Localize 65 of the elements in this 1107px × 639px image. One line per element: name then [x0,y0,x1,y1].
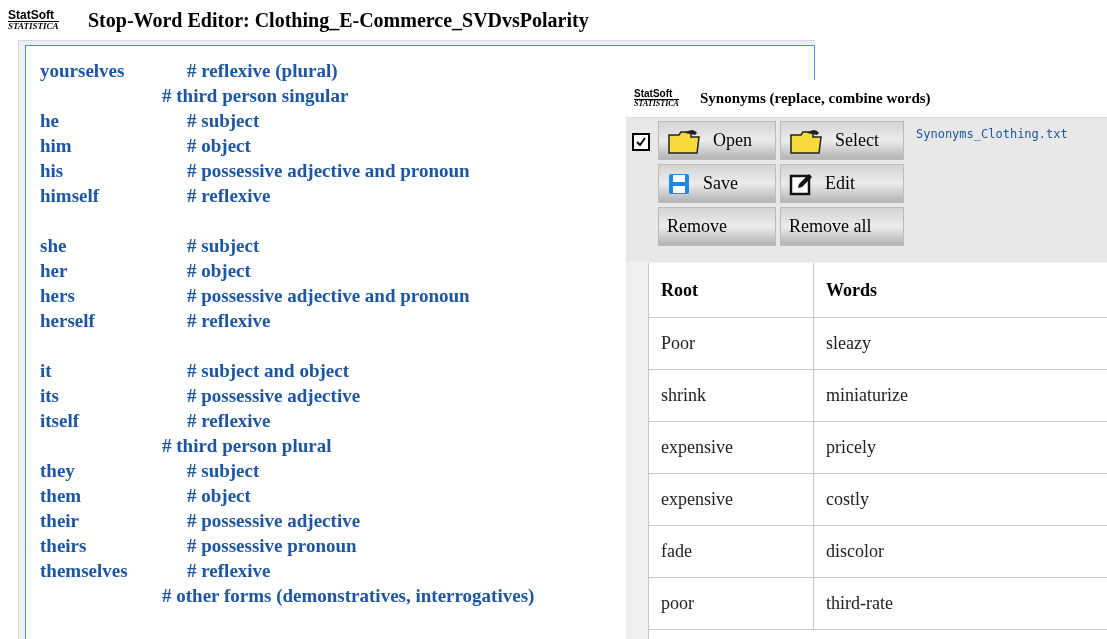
comment-text: # possessive pronoun [187,534,357,559]
stop-word: theirs [40,534,88,559]
toolbar-button[interactable]: Remove all [780,207,904,246]
stop-word: him [40,134,73,159]
stop-word: himself [40,184,101,209]
table-cell: Poor [649,318,814,369]
edit-icon [789,171,813,196]
comment-text: # subject [187,109,260,134]
stop-word: them [40,484,83,509]
table-cell-text: discolor [825,540,885,563]
comment-text: # possessive adjective [187,509,361,534]
file-name: Synonyms_Clothing.txt [916,126,1068,143]
table-cell: expensive [649,422,814,473]
stop-word: yourselves [40,59,126,84]
stop-word: herself [40,309,96,334]
stop-word: they [40,459,76,484]
comment-text: # possessive adjective [187,384,361,409]
stop-word: it [40,359,53,384]
toolbar-button[interactable]: Open [658,121,776,160]
stop-word: themselves [40,559,129,584]
dialog-title: Synonyms (replace, combine words) [700,89,931,109]
comment-text: # possessive adjective and pronoun [187,284,470,309]
table-cell-text: third-rate [825,592,894,615]
column-header: Words [825,278,878,302]
table-cell: shrink [649,370,814,421]
section-comment: # other forms (demonstratives, interrogatives) [162,584,535,609]
toolbar-button[interactable]: Remove [658,207,776,246]
window-title: Stop-Word Editor: Clothing_E-Commerce_SVDvsPolarity [88,8,589,34]
comment-text: # possessive adjective and pronoun [187,159,470,184]
comment-text: # reflexive [187,184,271,209]
comment-text: # reflexive [187,309,271,334]
comment-text: # object [187,134,251,159]
checkbox[interactable] [632,133,650,151]
stop-word: he [40,109,60,134]
stop-word: her [40,259,69,284]
section-comment: # third person singular [162,84,349,109]
table-cell: fade [649,526,814,577]
toolbar-button[interactable]: Save [658,164,776,203]
table-cell-text: costly [825,488,870,511]
table-cell-text: miniaturize [825,384,909,407]
stop-word: itself [40,409,81,434]
comment-text: # subject [187,234,260,259]
table-cell: expensive [649,474,814,525]
statsoft-logo: StatSoft STATISTICA [634,89,680,108]
comment-text: # reflexive [187,409,271,434]
stop-word: she [40,234,68,259]
stop-word: its [40,384,60,409]
section-comment: # third person plural [162,434,332,459]
toolbar-button[interactable]: Edit [780,164,904,203]
comment-text: # reflexive [187,559,271,584]
comment-text: # reflexive (plural) [187,59,338,84]
toolbar-button[interactable]: Select [780,121,904,160]
comment-text: # object [187,259,251,284]
column-header: Root [649,263,814,317]
statsoft-logo: StatSoft STATISTICA [8,9,60,31]
comment-text: # object [187,484,251,509]
stop-word: his [40,159,65,184]
check-icon [635,136,647,148]
comment-text: # subject [187,459,260,484]
table-cell-text: pricely [825,436,877,459]
stop-word: hers [40,284,76,309]
stop-word: their [40,509,81,534]
comment-text: # subject and object [187,359,350,384]
table-cell-text: sleazy [825,332,872,355]
table-cell: poor [649,578,814,629]
